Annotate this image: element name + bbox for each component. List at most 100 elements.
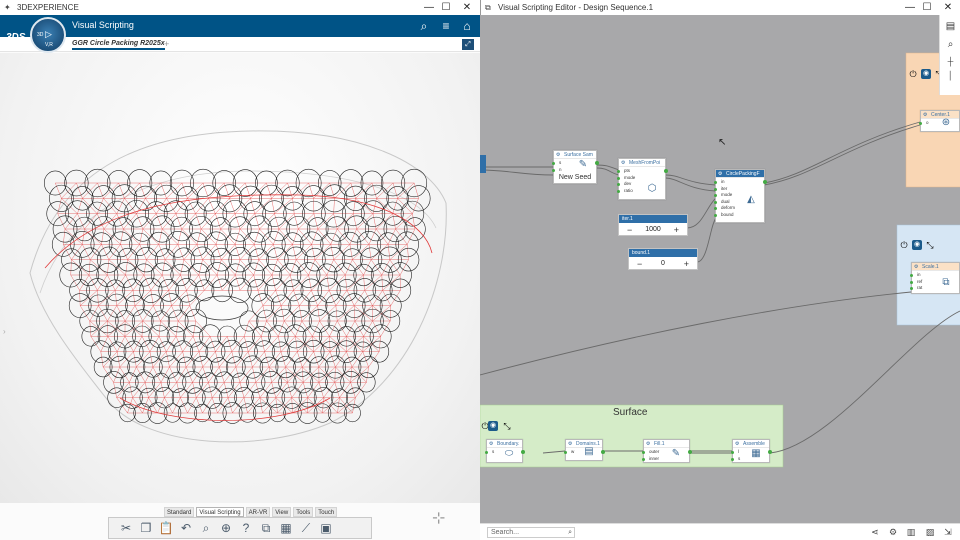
3d-viewport[interactable]: › ⊹: [0, 53, 480, 527]
fullscreen-icon[interactable]: ⤢: [462, 39, 474, 50]
cut-icon[interactable]: ✂: [117, 520, 135, 536]
collapse-icon[interactable]: ⤡: [925, 240, 935, 250]
right-window-title: Visual Scripting Editor - Design Sequenc…: [498, 3, 654, 12]
output-pin[interactable]: [521, 450, 525, 454]
section-tab-view[interactable]: View: [272, 507, 292, 517]
select-icon[interactable]: ⊕: [217, 520, 235, 536]
paste-icon[interactable]: 📋: [157, 520, 175, 536]
center-icon: ⊛: [941, 117, 951, 128]
graph-icon[interactable]: ⟋: [297, 520, 315, 536]
side-panel-arrow-icon[interactable]: ›: [3, 327, 6, 336]
help-icon[interactable]: ?: [237, 520, 255, 536]
compass-widget[interactable]: 3D ▷ V,R: [30, 17, 66, 53]
layout-icon[interactable]: ▥: [905, 527, 917, 538]
power-icon[interactable]: ⏻: [899, 240, 909, 250]
play-icon[interactable]: ▷: [45, 29, 52, 40]
decrement-button[interactable]: −: [637, 259, 642, 269]
collapse-icon[interactable]: ⤡: [502, 421, 512, 431]
decrement-button[interactable]: −: [627, 225, 632, 235]
section-tabs: Standard Visual Scripting AR-VR View Too…: [164, 507, 338, 517]
fill-icon: ✎: [671, 448, 681, 459]
node-boundary[interactable]: Boundary. s ⬭: [485, 439, 525, 463]
section-tab-ar-vr[interactable]: AR-VR: [245, 507, 271, 517]
section-tab-touch[interactable]: Touch: [315, 507, 338, 517]
node-fill[interactable]: Fill.1 outer inner ✎: [642, 439, 692, 463]
app-header: 3DS Visual Scripting ⌕ ≡ ⌂: [0, 15, 480, 43]
share-icon[interactable]: ⋖: [869, 527, 881, 538]
editor-close-button[interactable]: ✕: [933, 0, 960, 15]
node-title: CirclePackingF: [716, 170, 764, 178]
window-icon[interactable]: ▣: [317, 520, 335, 536]
node-domains[interactable]: Domains.1 w ▤: [564, 439, 605, 461]
compass-label-vr: V,R: [45, 42, 53, 48]
node-title: Boundary.: [487, 440, 522, 448]
copy-icon[interactable]: ❐: [137, 520, 155, 536]
power-icon[interactable]: ⏻: [908, 69, 918, 79]
param-iter[interactable]: iter.1 − 1000 +: [618, 214, 688, 236]
editor-app-icon: ⧉: [485, 3, 491, 12]
compass-label-3d: 3D: [37, 32, 44, 38]
mesh-icon: ⬡: [647, 183, 657, 194]
tab-ggr-circle-packing[interactable]: GGR Circle Packing R2025x: [72, 40, 165, 50]
zoom-fit-icon[interactable]: ⌕: [197, 520, 215, 536]
section-tab-standard[interactable]: Standard: [164, 507, 195, 517]
node-scale[interactable]: Scale.1 in ref rat ⧉: [910, 262, 960, 294]
new-seed-button[interactable]: New Seed: [554, 174, 596, 181]
tab-bar: GGR Circle Packing R2025x + ⤢: [0, 37, 480, 52]
close-button[interactable]: ✕: [452, 0, 480, 15]
search-icon[interactable]: ⌕: [416, 18, 432, 34]
boundary-icon: ⬭: [504, 448, 514, 459]
increment-button[interactable]: +: [674, 225, 679, 235]
3dexperience-app-icon: ✦: [4, 3, 11, 12]
node-title: Surface Sam: [554, 151, 596, 159]
scale-icon: ⧉: [942, 277, 950, 288]
settings-icon[interactable]: ⚙: [887, 527, 899, 538]
hamburger-icon[interactable]: ≡: [438, 18, 454, 34]
axis-compass-icon: ⊹: [432, 510, 446, 527]
tag-icon[interactable]: ⌂: [459, 18, 475, 34]
output-pin[interactable]: [688, 450, 692, 454]
app-name: Visual Scripting: [72, 20, 134, 30]
export-icon[interactable]: ⇲: [942, 527, 954, 538]
assembly-icon[interactable]: ⧉: [257, 520, 275, 536]
output-pin[interactable]: [763, 180, 767, 184]
iter-value[interactable]: 1000: [645, 226, 661, 233]
node-mesh-from-points[interactable]: MeshFromPoi pts mode dev ratio ⬡: [617, 158, 668, 200]
pin[interactable]: bound: [714, 212, 764, 219]
bound-value[interactable]: 0: [661, 260, 665, 267]
output-pin[interactable]: [595, 161, 599, 165]
assemble-icon: ▦: [751, 448, 761, 459]
eye-icon[interactable]: ◉: [912, 240, 922, 250]
visual-scripting-editor-window: ⧉ Visual Scripting Editor - Design Seque…: [480, 0, 960, 540]
section-tab-visual-scripting[interactable]: Visual Scripting: [196, 507, 244, 517]
output-pin[interactable]: [664, 169, 668, 173]
zoom-slider-track[interactable]: │: [944, 69, 957, 82]
eye-icon[interactable]: ◉: [921, 69, 931, 79]
node-assemble[interactable]: Assemble l s ▦: [731, 439, 772, 463]
add-tab-icon[interactable]: +: [164, 39, 169, 49]
node-circle-packing[interactable]: CirclePackingF in iter mode dual deform …: [714, 169, 767, 223]
eye-icon[interactable]: ◉: [488, 421, 498, 431]
right-titlebar: ⧉ Visual Scripting Editor - Design Seque…: [480, 0, 960, 15]
output-pin[interactable]: [768, 450, 772, 454]
undo-icon[interactable]: ↶: [177, 520, 195, 536]
panel-icon[interactable]: ▦: [277, 520, 295, 536]
section-tab-tools[interactable]: Tools: [293, 507, 314, 517]
increment-button[interactable]: +: [684, 259, 689, 269]
search-input[interactable]: Search... ⌕: [487, 527, 575, 538]
param-title: bound.1: [629, 249, 697, 257]
map-icon[interactable]: ▤: [944, 20, 957, 33]
node-surface-sampler[interactable]: Surface Sam s n ✎ New Seed: [552, 150, 599, 184]
search-icon[interactable]: ⌕: [568, 528, 572, 537]
node-title: Assemble: [733, 440, 769, 448]
circle-packing-icon: ◭: [747, 194, 755, 205]
node-graph-canvas[interactable]: [480, 15, 960, 523]
left-titlebar: ✦ 3DEXPERIENCE — ☐ ✕: [0, 0, 480, 15]
param-bound[interactable]: bound.1 − 0 +: [628, 248, 698, 270]
image-icon[interactable]: ▨: [924, 527, 936, 538]
node-center[interactable]: Center.1 o ⊛: [919, 110, 960, 132]
zoom-slider[interactable]: ┼: [944, 55, 957, 68]
node-title: Fill.1: [644, 440, 689, 448]
output-pin[interactable]: [601, 450, 605, 454]
zoom-icon[interactable]: ⌕: [944, 38, 957, 51]
